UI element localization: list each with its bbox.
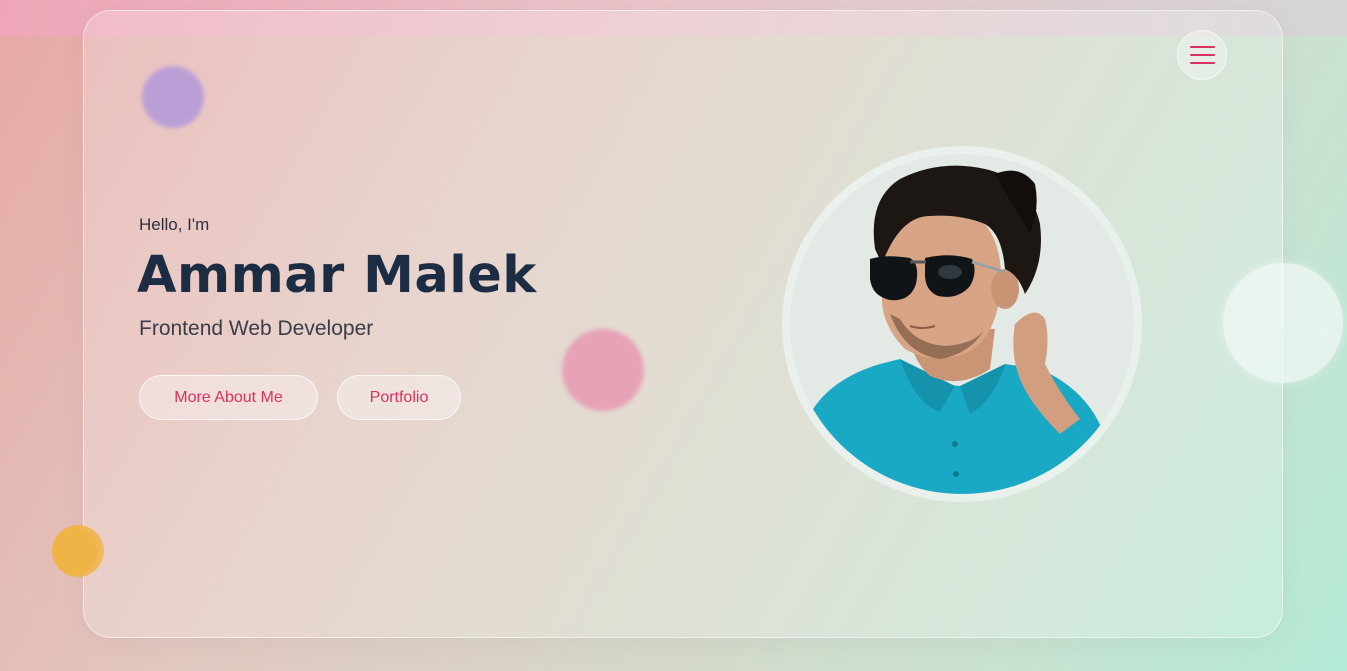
job-title: Frontend Web Developer: [139, 317, 374, 340]
avatar: [790, 154, 1134, 494]
decorative-yellow-circle: [52, 525, 104, 577]
greeting-text: Hello, I'm: [139, 215, 210, 234]
decorative-white-circle: [1223, 263, 1343, 383]
menu-button[interactable]: [1177, 30, 1227, 80]
portfolio-button[interactable]: Portfolio: [337, 375, 461, 420]
hamburger-menu-icon: [1189, 46, 1215, 48]
decorative-pink-circle: [562, 329, 644, 411]
decorative-purple-circle: [142, 66, 204, 128]
page-title: Ammar Malek: [137, 246, 537, 305]
hamburger-bar: [1189, 54, 1215, 56]
hamburger-bar: [1189, 62, 1215, 64]
profile-photo-icon: [790, 165, 1130, 494]
more-about-me-button[interactable]: More About Me: [139, 375, 318, 420]
